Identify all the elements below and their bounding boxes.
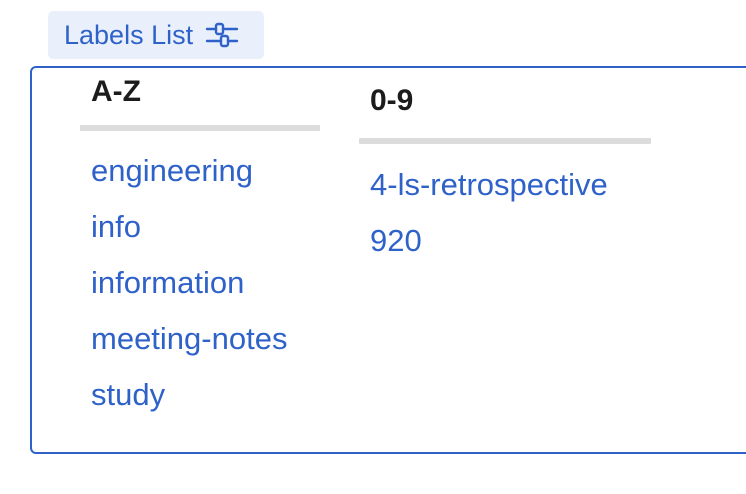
label-list-a-z: engineering info information meeting-not… — [80, 153, 320, 433]
label-link-engineering[interactable]: engineering — [91, 153, 253, 188]
label-item: study — [91, 377, 320, 433]
label-link-information[interactable]: information — [91, 265, 244, 300]
labels-list-toggle-label: Labels List — [64, 19, 194, 50]
label-link-study[interactable]: study — [91, 377, 165, 412]
label-item: 4-ls-retrospective — [370, 167, 651, 223]
column-heading-0-9: 0-9 — [370, 84, 414, 117]
label-link-info[interactable]: info — [91, 209, 141, 244]
labels-list-toggle-button[interactable]: Labels List — [48, 11, 264, 59]
label-item: information — [91, 265, 320, 321]
column-divider — [359, 138, 651, 144]
label-link-4-ls-retrospective[interactable]: 4-ls-retrospective — [370, 167, 608, 202]
label-item: 920 — [370, 223, 651, 279]
sliders-icon — [205, 20, 239, 50]
column-0-9: 0-9 4-ls-retrospective 920 — [359, 68, 651, 279]
label-item: info — [91, 209, 320, 265]
label-item: engineering — [91, 153, 320, 209]
column-divider — [80, 125, 320, 131]
label-item: meeting-notes — [91, 321, 320, 377]
column-heading-a-z: A-Z — [91, 75, 141, 108]
column-a-z: A-Z engineering info information meeting… — [80, 68, 320, 433]
labels-list-panel: A-Z engineering info information meeting… — [30, 66, 746, 454]
label-link-meeting-notes[interactable]: meeting-notes — [91, 321, 287, 356]
label-link-920[interactable]: 920 — [370, 223, 422, 258]
label-list-0-9: 4-ls-retrospective 920 — [359, 167, 651, 279]
